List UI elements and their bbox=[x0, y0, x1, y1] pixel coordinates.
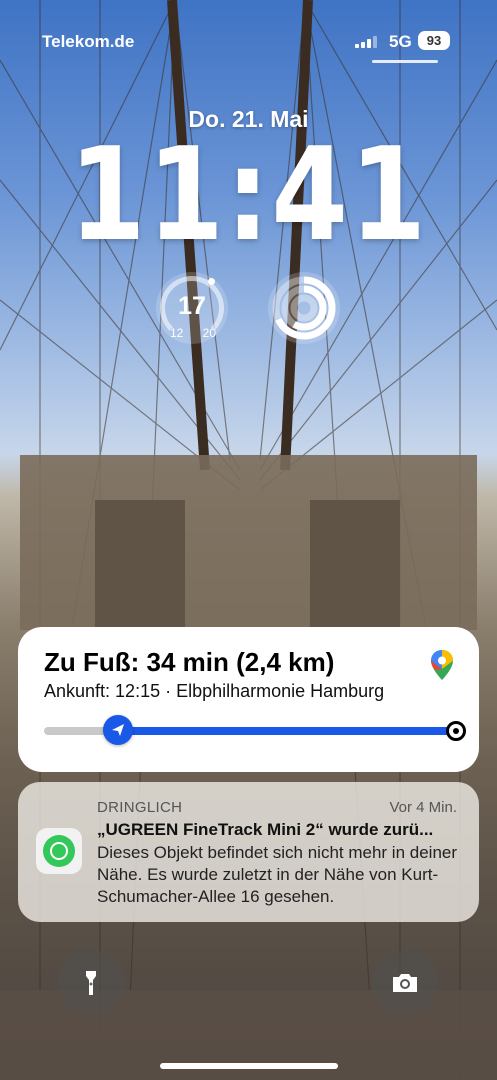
lock-time: 11:41 bbox=[69, 121, 428, 270]
flashlight-button[interactable] bbox=[58, 950, 124, 1016]
temperature-current: 17 bbox=[178, 292, 206, 320]
control-center-indicator[interactable] bbox=[372, 60, 438, 63]
camera-icon bbox=[393, 974, 417, 992]
notification-time: Vor 4 Min. bbox=[389, 799, 457, 816]
route-arrival: Ankunft: 12:15 · Elbphilharmonie Hamburg bbox=[44, 681, 385, 701]
find-my-icon bbox=[36, 828, 82, 874]
maps-pin-icon bbox=[431, 650, 453, 680]
home-indicator[interactable] bbox=[160, 1063, 338, 1069]
fitness-widget[interactable] bbox=[268, 272, 340, 344]
camera-button[interactable] bbox=[372, 950, 438, 1016]
route-title: Zu Fuß: 34 min (2,4 km) bbox=[44, 647, 335, 677]
carrier-name: Telekom.de bbox=[42, 32, 135, 51]
notification-body: Dieses Objekt befindet sich nicht mehr i… bbox=[97, 843, 458, 906]
flashlight-icon bbox=[86, 971, 96, 995]
status-bar: Telekom.de 5G 93 bbox=[0, 30, 497, 54]
navigation-arrow-icon bbox=[102, 715, 133, 745]
network-type: 5G bbox=[389, 32, 412, 51]
maps-live-activity[interactable]: Zu Fuß: 34 min (2,4 km) Ankunft: 12:15 ·… bbox=[18, 627, 479, 772]
temperature-widget[interactable]: 17 12 20 bbox=[156, 272, 228, 344]
notification-title: „UGREEN FineTrack Mini 2“ wurde zurü... bbox=[97, 820, 434, 839]
notification-card[interactable]: DRINGLICH Vor 4 Min. „UGREEN FineTrack M… bbox=[18, 782, 479, 922]
notification-app: DRINGLICH bbox=[97, 799, 183, 816]
route-progress-fill bbox=[117, 727, 454, 735]
temperature-high: 20 bbox=[202, 326, 216, 340]
signal-icon bbox=[355, 36, 377, 48]
gauge-dot bbox=[208, 278, 215, 285]
activity-rings-icon bbox=[272, 276, 336, 340]
battery-icon: 93 bbox=[418, 31, 450, 50]
destination-marker-icon bbox=[446, 721, 466, 741]
route-progress-bar bbox=[44, 715, 466, 745]
temperature-low: 12 bbox=[170, 326, 184, 340]
